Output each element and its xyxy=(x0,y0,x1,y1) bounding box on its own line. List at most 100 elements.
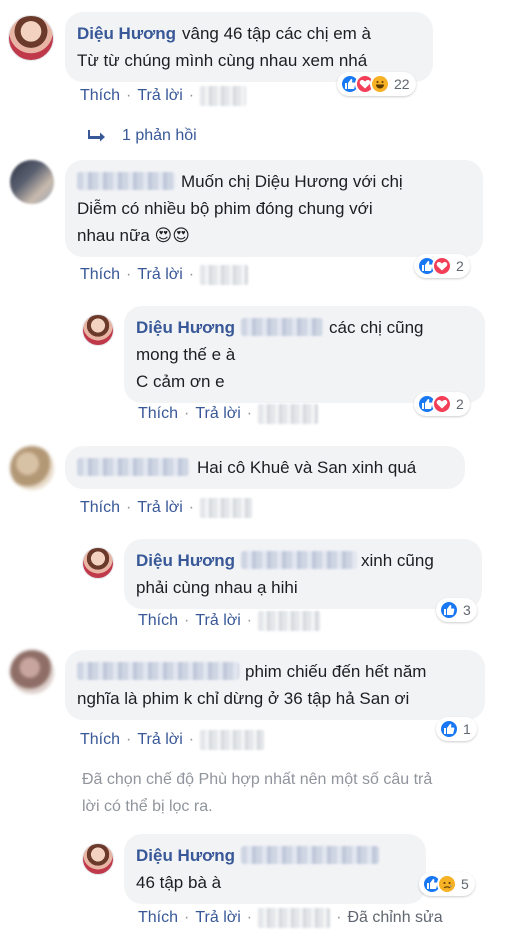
comment-bubble: phim chiếu đến hết năm nghĩa là phim k c… xyxy=(65,650,485,720)
comment-text: nhau nữa 😍😍 xyxy=(77,226,190,245)
comment-bubble: Muốn chị Diệu Hương với chị Diễm có nhiề… xyxy=(65,160,483,257)
timestamp[interactable] xyxy=(200,730,265,750)
comment-author-blurred[interactable] xyxy=(77,458,189,476)
comment-text: xinh cũng xyxy=(361,551,434,570)
comment-author[interactable]: Diệu Hương xyxy=(136,551,235,570)
reply-link[interactable]: Trả lời xyxy=(195,909,240,927)
sad-reaction-icon xyxy=(437,874,457,894)
comment-text: C cảm ơn e xyxy=(136,372,225,391)
comment-actions: Thích · Trả lời · xyxy=(138,611,321,631)
comment-text: Từ từ chúng mình cùng nhau xem nhá xyxy=(77,51,368,70)
reply-link[interactable]: Trả lời xyxy=(137,266,182,284)
timestamp[interactable] xyxy=(200,86,247,106)
comment-bubble: Hai cô Khuê và San xinh quá xyxy=(65,446,465,489)
like-link[interactable]: Thích xyxy=(138,909,178,927)
reaction-summary[interactable]: 1 xyxy=(436,717,477,741)
comment-author-blurred[interactable] xyxy=(77,172,175,190)
timestamp[interactable] xyxy=(258,908,331,928)
comment-text: Muốn chị Diệu Hương với chị xyxy=(181,172,403,191)
like-link[interactable]: Thích xyxy=(138,405,178,423)
separator: · xyxy=(126,266,132,283)
reaction-count: 5 xyxy=(461,876,469,892)
view-replies-link[interactable]: 1 phản hồi xyxy=(88,127,197,145)
mention-blurred[interactable] xyxy=(241,551,358,569)
comment-actions: Thích · Trả lời · xyxy=(80,86,247,106)
mention-blurred[interactable] xyxy=(241,846,380,864)
avatar[interactable] xyxy=(82,314,114,346)
reply-bubble: Diệu Hương xinh cũng phải cùng nhau ạ hih… xyxy=(124,539,482,609)
separator: · xyxy=(188,87,195,104)
comment-author[interactable]: Diệu Hương xyxy=(77,24,176,43)
avatar[interactable] xyxy=(10,650,54,694)
separator: · xyxy=(184,612,190,629)
avatar[interactable] xyxy=(10,160,54,204)
reaction-count: 2 xyxy=(456,396,464,412)
reaction-summary[interactable]: 22 xyxy=(337,72,416,96)
reply-link[interactable]: Trả lời xyxy=(137,731,182,749)
comment-text: các chị cũng xyxy=(329,318,424,337)
separator: · xyxy=(246,909,253,926)
like-link[interactable]: Thích xyxy=(80,87,120,105)
avatar[interactable] xyxy=(82,547,114,579)
reply-link[interactable]: Trả lời xyxy=(195,405,240,423)
love-reaction-icon xyxy=(432,394,452,414)
reaction-summary[interactable]: 2 xyxy=(414,392,470,416)
separator: · xyxy=(336,909,342,926)
like-link[interactable]: Thích xyxy=(80,731,120,749)
reaction-summary[interactable]: 5 xyxy=(419,872,475,896)
avatar[interactable] xyxy=(82,843,114,875)
comment-text: Hai cô Khuê và San xinh quá xyxy=(197,458,417,477)
like-link[interactable]: Thích xyxy=(80,499,120,517)
reaction-summary[interactable]: 3 xyxy=(436,598,477,622)
separator: · xyxy=(126,87,132,104)
reply-link[interactable]: Trả lời xyxy=(137,499,182,517)
separator: · xyxy=(188,266,195,283)
comment-text: 46 tập bà à xyxy=(136,873,222,892)
separator: · xyxy=(188,499,195,516)
comment-actions: Thích · Trả lời · xyxy=(80,498,253,518)
reply-bubble: Diệu Hương các chị cũng mong thế e à C cả… xyxy=(124,306,485,403)
separator: · xyxy=(126,499,132,516)
comment-author[interactable]: Diệu Hương xyxy=(136,318,235,337)
separator: · xyxy=(184,909,190,926)
edited-label[interactable]: Đã chỉnh sửa xyxy=(347,909,442,927)
comment-actions: Thích · Trả lời · xyxy=(80,265,249,285)
like-reaction-icon xyxy=(439,600,459,620)
reaction-count: 22 xyxy=(394,76,410,92)
comment-actions: Thích · Trả lời · · Đã chỉnh sửa xyxy=(138,908,443,928)
timestamp[interactable] xyxy=(258,404,319,424)
timestamp[interactable] xyxy=(258,611,321,631)
reaction-count: 2 xyxy=(456,258,464,274)
reply-arrow-icon xyxy=(88,130,105,142)
separator: · xyxy=(246,612,253,629)
separator: · xyxy=(188,731,195,748)
haha-reaction-icon xyxy=(370,74,390,94)
filter-notice-line: Đã chọn chế độ Phù hợp nhất nên một số c… xyxy=(82,771,433,788)
comment-author[interactable]: Diệu Hương xyxy=(136,846,235,865)
avatar[interactable] xyxy=(10,446,54,490)
comment-text: phim chiếu đến hết năm xyxy=(245,662,427,681)
separator: · xyxy=(184,405,190,422)
avatar[interactable] xyxy=(8,15,54,61)
mention-blurred[interactable] xyxy=(241,318,324,336)
comment-text: Diễm có nhiều bộ phim đóng chung với xyxy=(77,199,373,218)
reaction-count: 3 xyxy=(463,602,471,618)
filter-notice: Đã chọn chế độ Phù hợp nhất nên một số c… xyxy=(82,766,432,820)
reply-link[interactable]: Trả lời xyxy=(195,612,240,630)
filter-notice-line: lời có thể bị lọc ra. xyxy=(82,798,213,815)
like-link[interactable]: Thích xyxy=(80,266,120,284)
love-reaction-icon xyxy=(432,256,452,276)
timestamp[interactable] xyxy=(200,498,253,518)
comment-text: vâng 46 tập các chị em à xyxy=(182,24,372,43)
comment-author-blurred[interactable] xyxy=(77,662,239,680)
reaction-count: 1 xyxy=(463,721,471,737)
comment-actions: Thích · Trả lời · xyxy=(80,730,265,750)
reaction-summary[interactable]: 2 xyxy=(414,254,470,278)
separator: · xyxy=(246,405,253,422)
timestamp[interactable] xyxy=(200,265,249,285)
comment-text: nghĩa là phim k chỉ dừng ở 36 tập hả San… xyxy=(77,689,410,708)
reply-link[interactable]: Trả lời xyxy=(137,87,182,105)
comment-actions: Thích · Trả lời · xyxy=(138,404,319,424)
separator: · xyxy=(126,731,132,748)
like-link[interactable]: Thích xyxy=(138,612,178,630)
